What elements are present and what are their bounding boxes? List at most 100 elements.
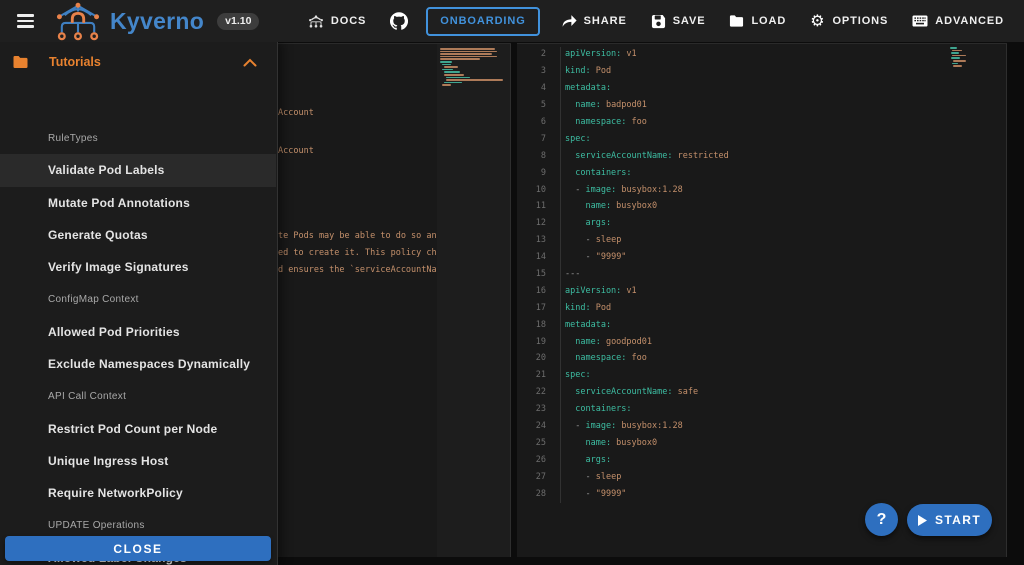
- policy-code-fragment: ed to create it. This policy che: [278, 248, 442, 265]
- line-number: 9: [517, 168, 546, 178]
- code-line[interactable]: 26 args:: [517, 451, 947, 468]
- code-text: name: busybox0: [546, 201, 657, 211]
- start-label: START: [935, 513, 981, 527]
- code-line[interactable]: 23 containers:: [517, 401, 947, 418]
- code-line[interactable]: 24 - image: busybox:1.28: [517, 418, 947, 435]
- code-text: apiVersion: v1: [546, 286, 637, 296]
- code-line[interactable]: 28 - "9999": [517, 485, 947, 502]
- sidebar-item[interactable]: ConfigMap Context: [0, 283, 276, 315]
- minimap-line: [440, 48, 495, 50]
- resource-editor-panel[interactable]: 2apiVersion: v13kind: Pod4metadata:5 nam…: [517, 43, 1007, 557]
- code-line[interactable]: 4metadata:: [517, 80, 947, 97]
- share-button[interactable]: SHARE: [550, 0, 639, 42]
- code-line[interactable]: 6 namespace: foo: [517, 114, 947, 131]
- code-line[interactable]: 18metadata:: [517, 316, 947, 333]
- code-line[interactable]: 10 - image: busybox:1.28: [517, 181, 947, 198]
- floppy-disk-icon: [651, 14, 666, 29]
- code-line[interactable]: 16apiVersion: v1: [517, 282, 947, 299]
- code-line[interactable]: 5 name: badpod01: [517, 97, 947, 114]
- minimap-line: [440, 53, 492, 55]
- tutorials-group-header[interactable]: Tutorials: [0, 42, 277, 82]
- docs-label: DOCS: [331, 15, 366, 27]
- options-button[interactable]: ⚙ OPTIONS: [798, 0, 900, 42]
- line-number: 20: [517, 353, 546, 363]
- code-line[interactable]: 15---: [517, 266, 947, 283]
- sidebar-item[interactable]: Unique Ingress Host: [0, 445, 276, 477]
- github-button[interactable]: [378, 0, 420, 42]
- sidebar-item[interactable]: Generate Quotas: [0, 219, 276, 251]
- play-triangle-icon: [918, 515, 927, 526]
- code-line[interactable]: 11 name: busybox0: [517, 198, 947, 215]
- policy-code-fragment: te Pods may be able to do so an: [278, 231, 437, 248]
- help-button[interactable]: ?: [865, 503, 898, 536]
- load-button[interactable]: LOAD: [717, 0, 798, 42]
- sidebar-item[interactable]: Validate Pod Labels: [0, 154, 276, 186]
- code-line[interactable]: 14 - "9999": [517, 249, 947, 266]
- sidebar-item[interactable]: Mutate Pod Annotations: [0, 187, 276, 219]
- line-number: 8: [517, 151, 546, 161]
- code-text: serviceAccountName: safe: [546, 387, 698, 397]
- code-line[interactable]: 27 - sleep: [517, 468, 947, 485]
- sidebar-item[interactable]: Restrict Pod Count per Node: [0, 413, 276, 445]
- start-button[interactable]: START: [907, 504, 992, 536]
- sidebar-item[interactable]: Verify Image Signatures: [0, 251, 276, 283]
- onboarding-button[interactable]: ONBOARDING: [426, 7, 539, 36]
- advanced-button[interactable]: ADVANCED: [900, 0, 1016, 42]
- line-number: 16: [517, 286, 546, 296]
- kyverno-playground: Kyverno v1.10 DOCS: [0, 0, 1024, 565]
- github-mark-icon: [390, 12, 408, 30]
- code-line[interactable]: 3kind: Pod: [517, 63, 947, 80]
- code-line[interactable]: 7spec:: [517, 130, 947, 147]
- minimap-line: [951, 52, 959, 54]
- sidebar-item[interactable]: Allowed Pod Priorities: [0, 316, 276, 348]
- code-line[interactable]: 8 serviceAccountName: restricted: [517, 147, 947, 164]
- code-line[interactable]: 9 containers:: [517, 164, 947, 181]
- code-line[interactable]: 13 - sleep: [517, 232, 947, 249]
- minimap-line: [951, 57, 960, 59]
- code-line[interactable]: 17kind: Pod: [517, 299, 947, 316]
- docs-button[interactable]: DOCS: [296, 0, 378, 42]
- code-text: apiVersion: v1: [546, 49, 637, 59]
- chevron-up-icon[interactable]: [243, 58, 257, 67]
- code-line[interactable]: 2apiVersion: v1: [517, 46, 947, 63]
- line-number: 7: [517, 134, 546, 144]
- line-number: 26: [517, 455, 546, 465]
- kyverno-logo-icon: [52, 1, 104, 41]
- question-mark-icon: ?: [877, 511, 887, 528]
- minimap-line: [440, 58, 480, 60]
- share-arrow-icon: [562, 14, 577, 28]
- folder-icon: [12, 55, 29, 69]
- load-label: LOAD: [751, 15, 786, 27]
- sidebar-item[interactable]: RuleTypes: [0, 122, 276, 154]
- policy-code-fragment: d ensures the `serviceAccountNa: [278, 265, 437, 282]
- line-number: 17: [517, 303, 546, 313]
- close-drawer-button[interactable]: CLOSE: [5, 536, 271, 561]
- code-text: metadata:: [546, 320, 611, 330]
- version-badge: v1.10: [217, 13, 259, 30]
- advanced-label: ADVANCED: [935, 15, 1004, 27]
- line-number: 23: [517, 404, 546, 414]
- code-line[interactable]: 12 args:: [517, 215, 947, 232]
- line-number: 3: [517, 66, 546, 76]
- policy-minimap[interactable]: [437, 44, 511, 557]
- menu-icon[interactable]: [8, 4, 42, 38]
- app-title: Kyverno: [110, 8, 204, 35]
- sidebar-item[interactable]: Require NetworkPolicy: [0, 477, 276, 509]
- code-text: serviceAccountName: restricted: [546, 151, 729, 161]
- minimap-line: [442, 64, 451, 66]
- code-text: args:: [546, 218, 611, 228]
- code-text: name: goodpod01: [546, 337, 652, 347]
- line-number: 14: [517, 252, 546, 262]
- code-text: namespace: foo: [546, 353, 647, 363]
- navbar-actions: DOCS ONBOARDING SHARE: [296, 0, 1016, 42]
- resource-code[interactable]: 2apiVersion: v13kind: Pod4metadata:5 nam…: [517, 46, 947, 502]
- folder-icon: [729, 14, 744, 28]
- code-line[interactable]: 19 name: goodpod01: [517, 333, 947, 350]
- code-line[interactable]: 21spec:: [517, 367, 947, 384]
- code-line[interactable]: 25 name: busybox0: [517, 434, 947, 451]
- sidebar-item[interactable]: Exclude Namespaces Dynamically: [0, 348, 276, 380]
- code-line[interactable]: 20 namespace: foo: [517, 350, 947, 367]
- sidebar-item[interactable]: API Call Context: [0, 380, 276, 412]
- save-button[interactable]: SAVE: [639, 0, 718, 42]
- code-line[interactable]: 22 serviceAccountName: safe: [517, 384, 947, 401]
